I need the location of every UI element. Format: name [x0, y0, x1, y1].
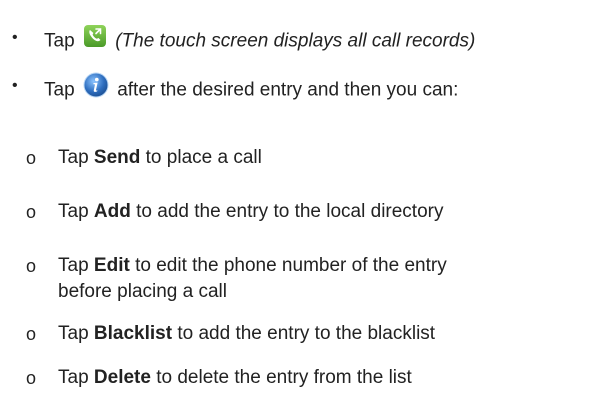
sub-item-delete: Tap Delete to delete the entry from the …: [58, 366, 412, 390]
sub-item-keyword: Blacklist: [93, 323, 173, 344]
bullet-marker: •: [12, 29, 18, 46]
sub-item-edit: Tap Edit to edit the phone number of the…: [58, 254, 447, 278]
sub-item-pre: Tap: [58, 201, 89, 222]
bullet-text-continued: after the desired entry and then you can…: [117, 79, 459, 101]
sub-item-post: to add the entry to the blacklist: [177, 323, 436, 344]
sub-item-pre: Tap: [58, 367, 89, 388]
sub-item-keyword: Add: [93, 201, 131, 222]
sub-item-post: to delete the entry from the list: [156, 367, 412, 388]
sub-item-post: to place a call: [145, 147, 262, 168]
bullet-note: (The touch screen displays all call reco…: [115, 30, 476, 52]
document-body: • Tap (The touch screen displays all cal…: [0, 0, 603, 394]
sub-item-post: to edit the phone number of the entry: [135, 255, 447, 276]
info-icon: [83, 72, 109, 105]
sub-item-blacklist: Tap Blacklist to add the entry to the bl…: [58, 322, 435, 346]
bullet-marker: •: [12, 77, 18, 94]
sub-item-post: to add the entry to the local directory: [136, 201, 444, 222]
sub-bullet-marker: o: [26, 324, 37, 344]
sub-item-send: Tap Send to place a call: [58, 146, 262, 170]
sub-item-add: Tap Add to add the entry to the local di…: [58, 200, 443, 224]
sub-bullet-marker: o: [26, 368, 37, 388]
sub-bullet-marker: o: [26, 256, 37, 276]
bullet-item-entry-actions: Tap after the desired entry and then you…: [44, 72, 459, 107]
sub-item-pre: Tap: [58, 255, 89, 276]
sub-item-keyword: Delete: [93, 367, 151, 388]
bullet-text: Tap: [44, 79, 75, 101]
sub-bullet-marker: o: [26, 148, 37, 168]
bullet-item-call-records: Tap (The touch screen displays all call …: [44, 24, 476, 57]
sub-item-keyword: Edit: [93, 255, 130, 276]
sub-item-keyword: Send: [93, 147, 141, 168]
call-log-phone-icon: [83, 24, 107, 55]
sub-bullet-marker: o: [26, 202, 37, 222]
sub-item-edit-continued: before placing a call: [58, 281, 227, 302]
bullet-text: Tap: [44, 30, 75, 52]
sub-item-pre: Tap: [58, 323, 89, 344]
sub-item-pre: Tap: [58, 147, 89, 168]
